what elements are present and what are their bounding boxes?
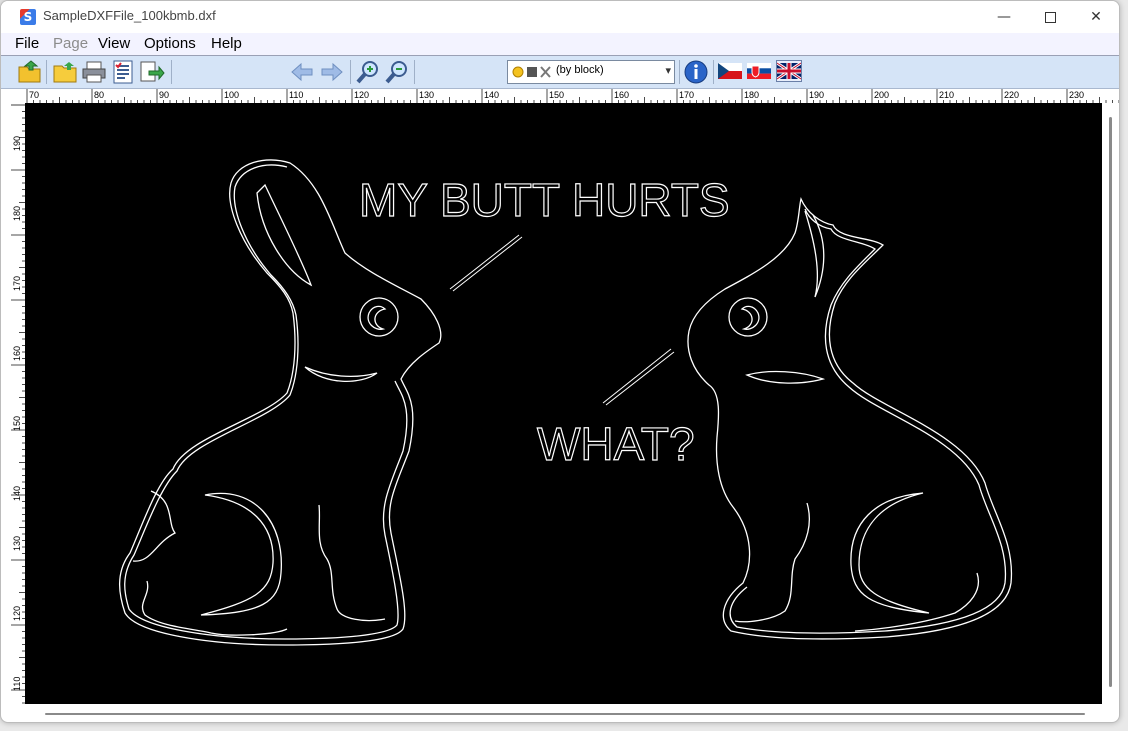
print-icon[interactable]	[81, 59, 107, 85]
ruler-label: 110	[289, 90, 303, 100]
flag-cz-icon[interactable]	[718, 61, 742, 81]
ruler-label: 230	[1069, 90, 1084, 100]
chevron-down-icon: ▾	[665, 64, 671, 77]
ruler-label: 190	[809, 90, 824, 100]
open-icon[interactable]	[17, 59, 43, 85]
ruler-label: 90	[159, 90, 169, 100]
toolbar: (by block) ▾	[1, 56, 1119, 89]
menu-bar: File Page View Options Help	[1, 33, 1119, 56]
toolbar-separator	[350, 60, 351, 84]
export-icon[interactable]	[139, 59, 165, 85]
ruler-label: 170	[12, 276, 22, 291]
ruler-label: 140	[12, 486, 22, 501]
open-folder-icon[interactable]	[52, 59, 78, 85]
horizontal-scrollbar[interactable]	[25, 705, 1103, 722]
maximize-button[interactable]	[1027, 1, 1073, 33]
minimize-button[interactable]: —	[981, 1, 1027, 33]
vertical-scrollbar[interactable]	[1103, 103, 1119, 705]
ruler-label: 140	[484, 90, 499, 100]
ruler-label: 130	[12, 536, 22, 551]
title-bar: S SampleDXFFile_100kbmb.dxf — ✕	[1, 1, 1119, 33]
ruler-label: 180	[12, 206, 22, 221]
zoom-out-icon[interactable]	[384, 59, 410, 85]
ruler-label: 80	[94, 90, 104, 100]
arrow-right-icon[interactable]	[319, 59, 345, 85]
menu-page[interactable]: Page	[53, 35, 88, 52]
ruler-label: 150	[549, 90, 564, 100]
zoom-in-icon[interactable]	[355, 59, 381, 85]
arrow-left-icon[interactable]	[289, 59, 315, 85]
drawing-text-right: WHAT?	[537, 418, 695, 470]
ruler-label: 120	[354, 90, 369, 100]
ruler-label: 160	[12, 346, 22, 361]
ruler-label: 120	[12, 606, 22, 621]
layer-select-value: (by block)	[556, 64, 604, 76]
vertical-scroll-thumb[interactable]	[1109, 117, 1112, 687]
vertical-ruler: 190 180 170 160 150 140 130 120 110	[11, 103, 25, 705]
ruler-label: 100	[224, 90, 239, 100]
ruler-label: 130	[419, 90, 434, 100]
horizontal-ruler: 70 80 90 100 110 120 130 140 150 160 170…	[25, 89, 1119, 103]
drawing-text-left: MY BUTT HURTS	[359, 174, 730, 226]
horizontal-scroll-thumb[interactable]	[45, 713, 1085, 715]
ruler-label: 150	[12, 416, 22, 431]
drawing-canvas[interactable]: MY BUTT HURTS WHAT?	[25, 103, 1102, 704]
ruler-label: 210	[939, 90, 954, 100]
ruler-label: 70	[29, 90, 39, 100]
info-icon[interactable]	[683, 59, 709, 85]
properties-icon[interactable]	[110, 59, 136, 85]
toolbar-separator	[46, 60, 47, 84]
ruler-label: 200	[874, 90, 889, 100]
toolbar-separator	[713, 60, 714, 84]
menu-help[interactable]: Help	[211, 35, 242, 52]
window-title: SampleDXFFile_100kbmb.dxf	[43, 8, 216, 23]
close-button[interactable]: ✕	[1073, 1, 1119, 33]
app-logo-icon: S	[20, 9, 36, 25]
menu-view[interactable]: View	[98, 35, 130, 52]
app-window: S SampleDXFFile_100kbmb.dxf — ✕ File Pag…	[0, 0, 1120, 723]
menu-file[interactable]: File	[15, 35, 39, 52]
toolbar-separator	[414, 60, 415, 84]
toolbar-separator	[679, 60, 680, 84]
maximize-icon	[1044, 11, 1056, 23]
ruler-label: 110	[12, 677, 22, 691]
layer-select[interactable]: (by block) ▾	[507, 60, 675, 84]
ruler-label: 170	[679, 90, 694, 100]
flag-uk-icon[interactable]	[776, 60, 802, 82]
layer-icons	[512, 66, 551, 78]
ruler-label: 190	[12, 136, 22, 151]
toolbar-separator	[171, 60, 172, 84]
menu-options[interactable]: Options	[144, 35, 196, 52]
ruler-label: 160	[614, 90, 629, 100]
flag-sk-icon[interactable]	[747, 61, 771, 81]
ruler-label: 180	[744, 90, 759, 100]
ruler-label: 220	[1004, 90, 1019, 100]
